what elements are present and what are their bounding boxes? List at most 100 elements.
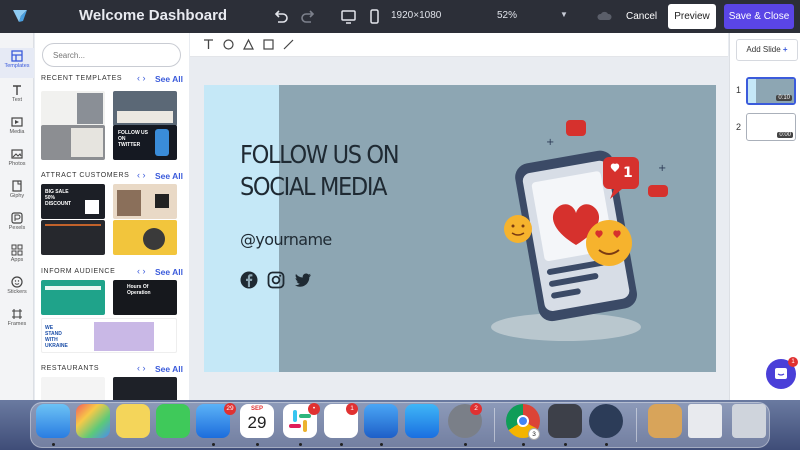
line-tool-icon[interactable] [282,38,295,51]
thumb-line [45,224,101,226]
sparkle-plus: + [546,137,554,148]
left-rail: Templates Text Media Photos Giphy Pexels… [0,33,34,400]
dock-separator [636,408,637,442]
settings-badge: 2 [470,403,482,415]
slide-duration: 0:00 [777,132,793,138]
quicktime-icon[interactable] [589,404,623,438]
thumb-band [748,79,756,103]
running-indicator [52,443,55,446]
carousel-nav-icon[interactable]: ‹ › [137,170,146,180]
template-thumb-promo[interactable] [113,220,177,255]
calendar-day: 29 [247,413,267,432]
save-close-button[interactable]: Save & Close [724,4,794,29]
template-thumb-stats[interactable] [41,125,105,160]
slide-thumbnail-2[interactable]: 0:00 [746,113,796,141]
template-thumb-restaurant-1[interactable] [41,377,105,400]
facebook-icon[interactable] [240,271,258,289]
thumb-photo [77,93,103,124]
rail-giphy[interactable]: Giphy [0,178,34,208]
square-tool-icon[interactable] [262,38,275,51]
apps-icon [11,244,23,256]
template-search-input[interactable] [42,43,181,67]
see-all-link[interactable]: See All [155,74,183,84]
rail-frames[interactable]: Frames [0,306,34,336]
template-thumb-restaurant-2[interactable] [113,377,177,400]
template-thumb-big-sale[interactable]: BIG SALE 50% DISCOUNT [41,184,105,219]
carousel-nav-icon[interactable]: ‹ › [137,363,146,373]
see-all-link[interactable]: See All [155,364,183,374]
slide-heading-line: SOCIAL MEDIA [240,172,388,201]
circle-tool-icon[interactable] [222,38,235,51]
slide-canvas[interactable]: FOLLOW US ON SOCIAL MEDIA @yourname 1 + … [204,85,716,372]
template-thumb-welcome[interactable] [41,91,105,126]
app-store-icon[interactable] [405,404,439,438]
text-tool-icon[interactable] [202,38,215,51]
notes-icon[interactable] [116,404,150,438]
archive-utility-icon[interactable] [648,404,682,438]
thumb-text: FOLLOW US ON TWITTER [118,130,148,148]
template-thumb-menu[interactable] [41,220,105,255]
rail-pexels[interactable]: Pexels [0,210,34,240]
thumb-qr [85,200,99,214]
mail-badge: 29 [224,403,236,415]
launchpad-icon[interactable] [76,404,110,438]
rail-photos[interactable]: Photos [0,146,34,176]
slide-heading[interactable]: FOLLOW US ON SOCIAL MEDIA [240,139,420,203]
see-all-link[interactable]: See All [155,171,183,181]
template-thumb-hours[interactable]: Hours Of Operation [113,280,177,315]
rail-apps[interactable]: Apps [0,242,34,272]
editor-toolbar [190,33,728,57]
template-thumb-ukraine[interactable]: WE STAND WITH UKRAINE [41,318,177,353]
chevron-down-icon[interactable]: ▼ [560,10,568,19]
cancel-button[interactable]: Cancel [620,4,663,29]
redo-icon[interactable] [300,8,317,25]
screenshot-preview-icon[interactable] [688,404,722,438]
preview-button[interactable]: Preview [668,4,716,29]
rail-label: Text [11,97,23,103]
slide-handle-text[interactable]: @yourname [240,230,332,249]
rail-media[interactable]: Media [0,114,34,144]
instagram-icon[interactable] [267,271,285,289]
zoom-selector[interactable]: 52% [497,10,517,21]
resolution-selector[interactable]: 1920×1080 [391,10,441,21]
finder-icon[interactable] [36,404,70,438]
see-all-link[interactable]: See All [155,267,183,277]
triangle-tool-icon[interactable] [242,38,255,51]
calendar-icon[interactable]: SEP 29 [240,404,274,438]
keynote-icon[interactable] [364,404,398,438]
thumb-line [45,286,101,290]
slack-badge: • [308,403,320,415]
carousel-nav-icon[interactable]: ‹ › [137,73,146,83]
top-bar: Welcome Dashboard 1920×1080 52% ▼ Cancel… [0,0,800,33]
app-logo-icon[interactable] [10,6,30,26]
reminders-badge: 1 [346,403,358,415]
template-thumb-office[interactable] [113,91,177,126]
rail-text[interactable]: Text [0,82,34,112]
slide-thumbnail-1[interactable]: 0:10 [746,77,796,105]
thumb-bar [117,111,173,123]
rail-stickers[interactable]: Stickers [0,274,34,304]
template-thumb-insta[interactable] [113,184,177,219]
messages-icon[interactable] [156,404,190,438]
rail-label: Apps [10,257,24,263]
running-indicator [299,443,302,446]
sparkle-plus: + [658,163,666,174]
mobile-view-icon[interactable] [366,8,383,25]
calculator-icon[interactable] [548,404,582,438]
running-indicator [522,443,525,446]
template-thumb-follow-twitter[interactable]: FOLLOW US ON TWITTER [113,125,177,160]
section-title: INFORM AUDIENCE [41,268,116,275]
carousel-nav-icon[interactable]: ‹ › [137,266,146,276]
chrome-profile-badge: 3 [528,428,540,440]
trash-icon[interactable] [732,404,766,438]
add-slide-label: Add Slide [746,45,781,54]
slide-number: 2 [736,122,742,132]
twitter-icon[interactable] [294,271,312,289]
plus-icon: + [782,45,788,54]
add-slide-button[interactable]: Add Slide + [736,39,798,61]
undo-icon[interactable] [272,8,289,25]
thumb-photo [117,190,141,216]
template-thumb-info[interactable] [41,280,105,315]
desktop-view-icon[interactable] [340,8,357,25]
rail-templates[interactable]: Templates [0,48,34,78]
